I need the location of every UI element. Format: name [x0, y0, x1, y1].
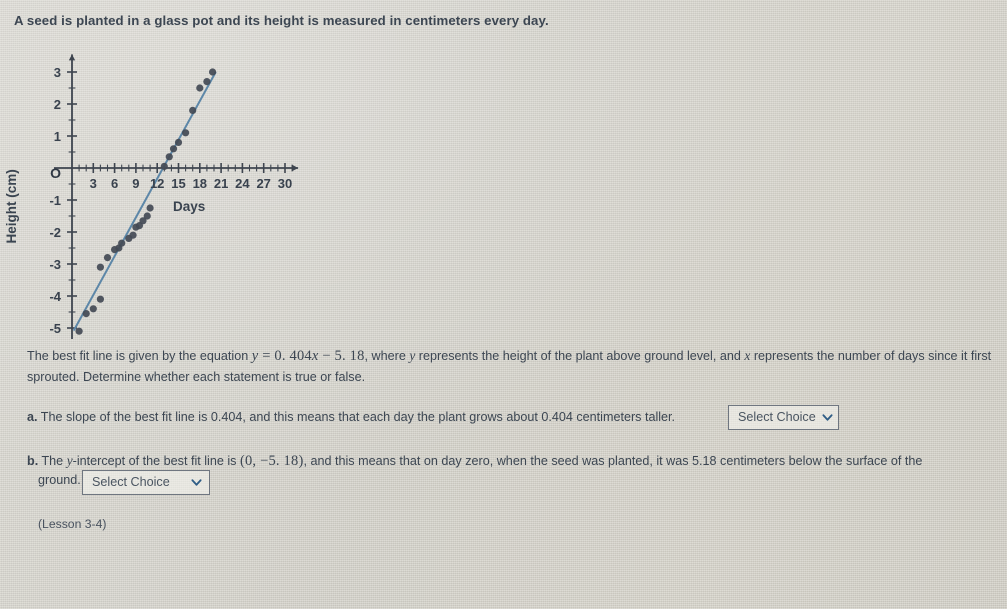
- data-point: [208, 68, 217, 76]
- y-tick-label: 2: [54, 97, 61, 112]
- equation-expression: y = 0. 404x − 5. 18: [252, 348, 365, 364]
- equation-paragraph: The best fit line is given by the equati…: [27, 345, 995, 388]
- chevron-down-icon: [191, 478, 202, 486]
- y-tick-label: -2: [49, 225, 61, 240]
- x-tick-label: 12: [150, 176, 164, 191]
- data-point: [174, 138, 183, 146]
- select-choice-b-label: Select Choice: [92, 475, 170, 489]
- page-title: A seed is planted in a glass pot and its…: [14, 13, 549, 28]
- y-axis-arrow: [68, 54, 76, 61]
- data-point: [160, 162, 168, 170]
- y-axis-title: Height (cm): [4, 169, 19, 243]
- data-point: [165, 153, 173, 161]
- y-tick-label: 3: [54, 65, 61, 80]
- data-point: [182, 129, 190, 137]
- data-point: [96, 295, 104, 303]
- y-tick-label: 1: [54, 129, 61, 144]
- y-tick-label: -4: [49, 289, 61, 304]
- statement-a-letter: a.: [27, 410, 38, 424]
- origin-label: O: [50, 165, 61, 181]
- data-point: [169, 145, 178, 153]
- chevron-down-icon: [822, 413, 833, 421]
- x-tick-label: 30: [278, 176, 292, 191]
- scatter-plot-svg: 3 6 9 12 15 18 21 24 27 30321-1-2-3-4-5ODaysHeigh…: [4, 54, 299, 339]
- select-choice-a-label: Select Choice: [738, 410, 816, 424]
- statement-b: b. The y-intercept of the best fit line …: [27, 450, 977, 472]
- statement-b-text-mid: -intercept of the best fit line is: [72, 454, 240, 468]
- y-tick-label: -3: [49, 257, 61, 272]
- x-tick-label: 9: [132, 176, 139, 191]
- data-point: [103, 254, 112, 262]
- data-point: [118, 239, 126, 247]
- x-axis-title: Days: [173, 199, 205, 214]
- select-choice-dropdown-b[interactable]: Select Choice: [82, 470, 210, 495]
- data-point: [75, 327, 83, 335]
- data-point: [82, 310, 90, 318]
- x-tick-label: 21: [214, 176, 228, 191]
- lesson-reference: (Lesson 3-4): [38, 517, 107, 531]
- data-point: [129, 231, 137, 239]
- x-tick-label: 24: [235, 176, 250, 191]
- x-axis-arrow: [292, 164, 299, 172]
- y-intercept-point: (0, −5. 18): [239, 453, 304, 469]
- statement-b-text-before: The: [38, 454, 67, 468]
- equation-after-text: , where: [364, 349, 410, 363]
- data-point: [146, 204, 154, 212]
- statement-b-continuation: ground.: [38, 473, 81, 487]
- chart-labels: 3 6 9 12 15 18 21 24 27 30321-1-2-3-4-5ODaysHeigh…: [4, 65, 292, 336]
- statement-b-text-after: , and this means that on day zero, when …: [303, 454, 923, 468]
- x-tick-label: 15: [171, 176, 185, 191]
- statement-b-letter: b.: [27, 454, 39, 468]
- x-tick-label: 6: [111, 176, 118, 191]
- equation-equals-coefficient: = 0. 404: [258, 348, 312, 364]
- statement-a-text: The slope of the best fit line is 0.404,…: [37, 410, 676, 424]
- equation-constant: − 5. 18: [318, 348, 365, 364]
- equation-lead-text: The best fit line is given by the equati…: [27, 349, 252, 363]
- equation-middle-text: represents the height of the plant above…: [415, 349, 745, 363]
- chart-axes: [54, 54, 299, 339]
- x-tick-label: 3: [90, 176, 97, 191]
- data-point: [189, 106, 197, 114]
- data-point: [143, 212, 151, 220]
- y-tick-label: -5: [49, 321, 61, 336]
- scatter-plot-figure: 3 6 9 12 15 18 21 24 27 30 3 2 1 -1 -2 -3 -4 -5 O Days Heigh…: [0, 44, 340, 339]
- data-point: [96, 263, 104, 271]
- equation-var-x: x: [311, 348, 319, 364]
- y-tick-label: -1: [49, 193, 61, 208]
- data-point: [89, 305, 97, 313]
- x-tick-label: 27: [256, 176, 270, 191]
- data-point: [203, 78, 211, 86]
- statement-a: a. The slope of the best fit line is 0.4…: [27, 407, 727, 428]
- select-choice-dropdown-a[interactable]: Select Choice: [728, 405, 839, 430]
- x-tick-label: 18: [193, 176, 207, 191]
- data-point: [196, 84, 204, 92]
